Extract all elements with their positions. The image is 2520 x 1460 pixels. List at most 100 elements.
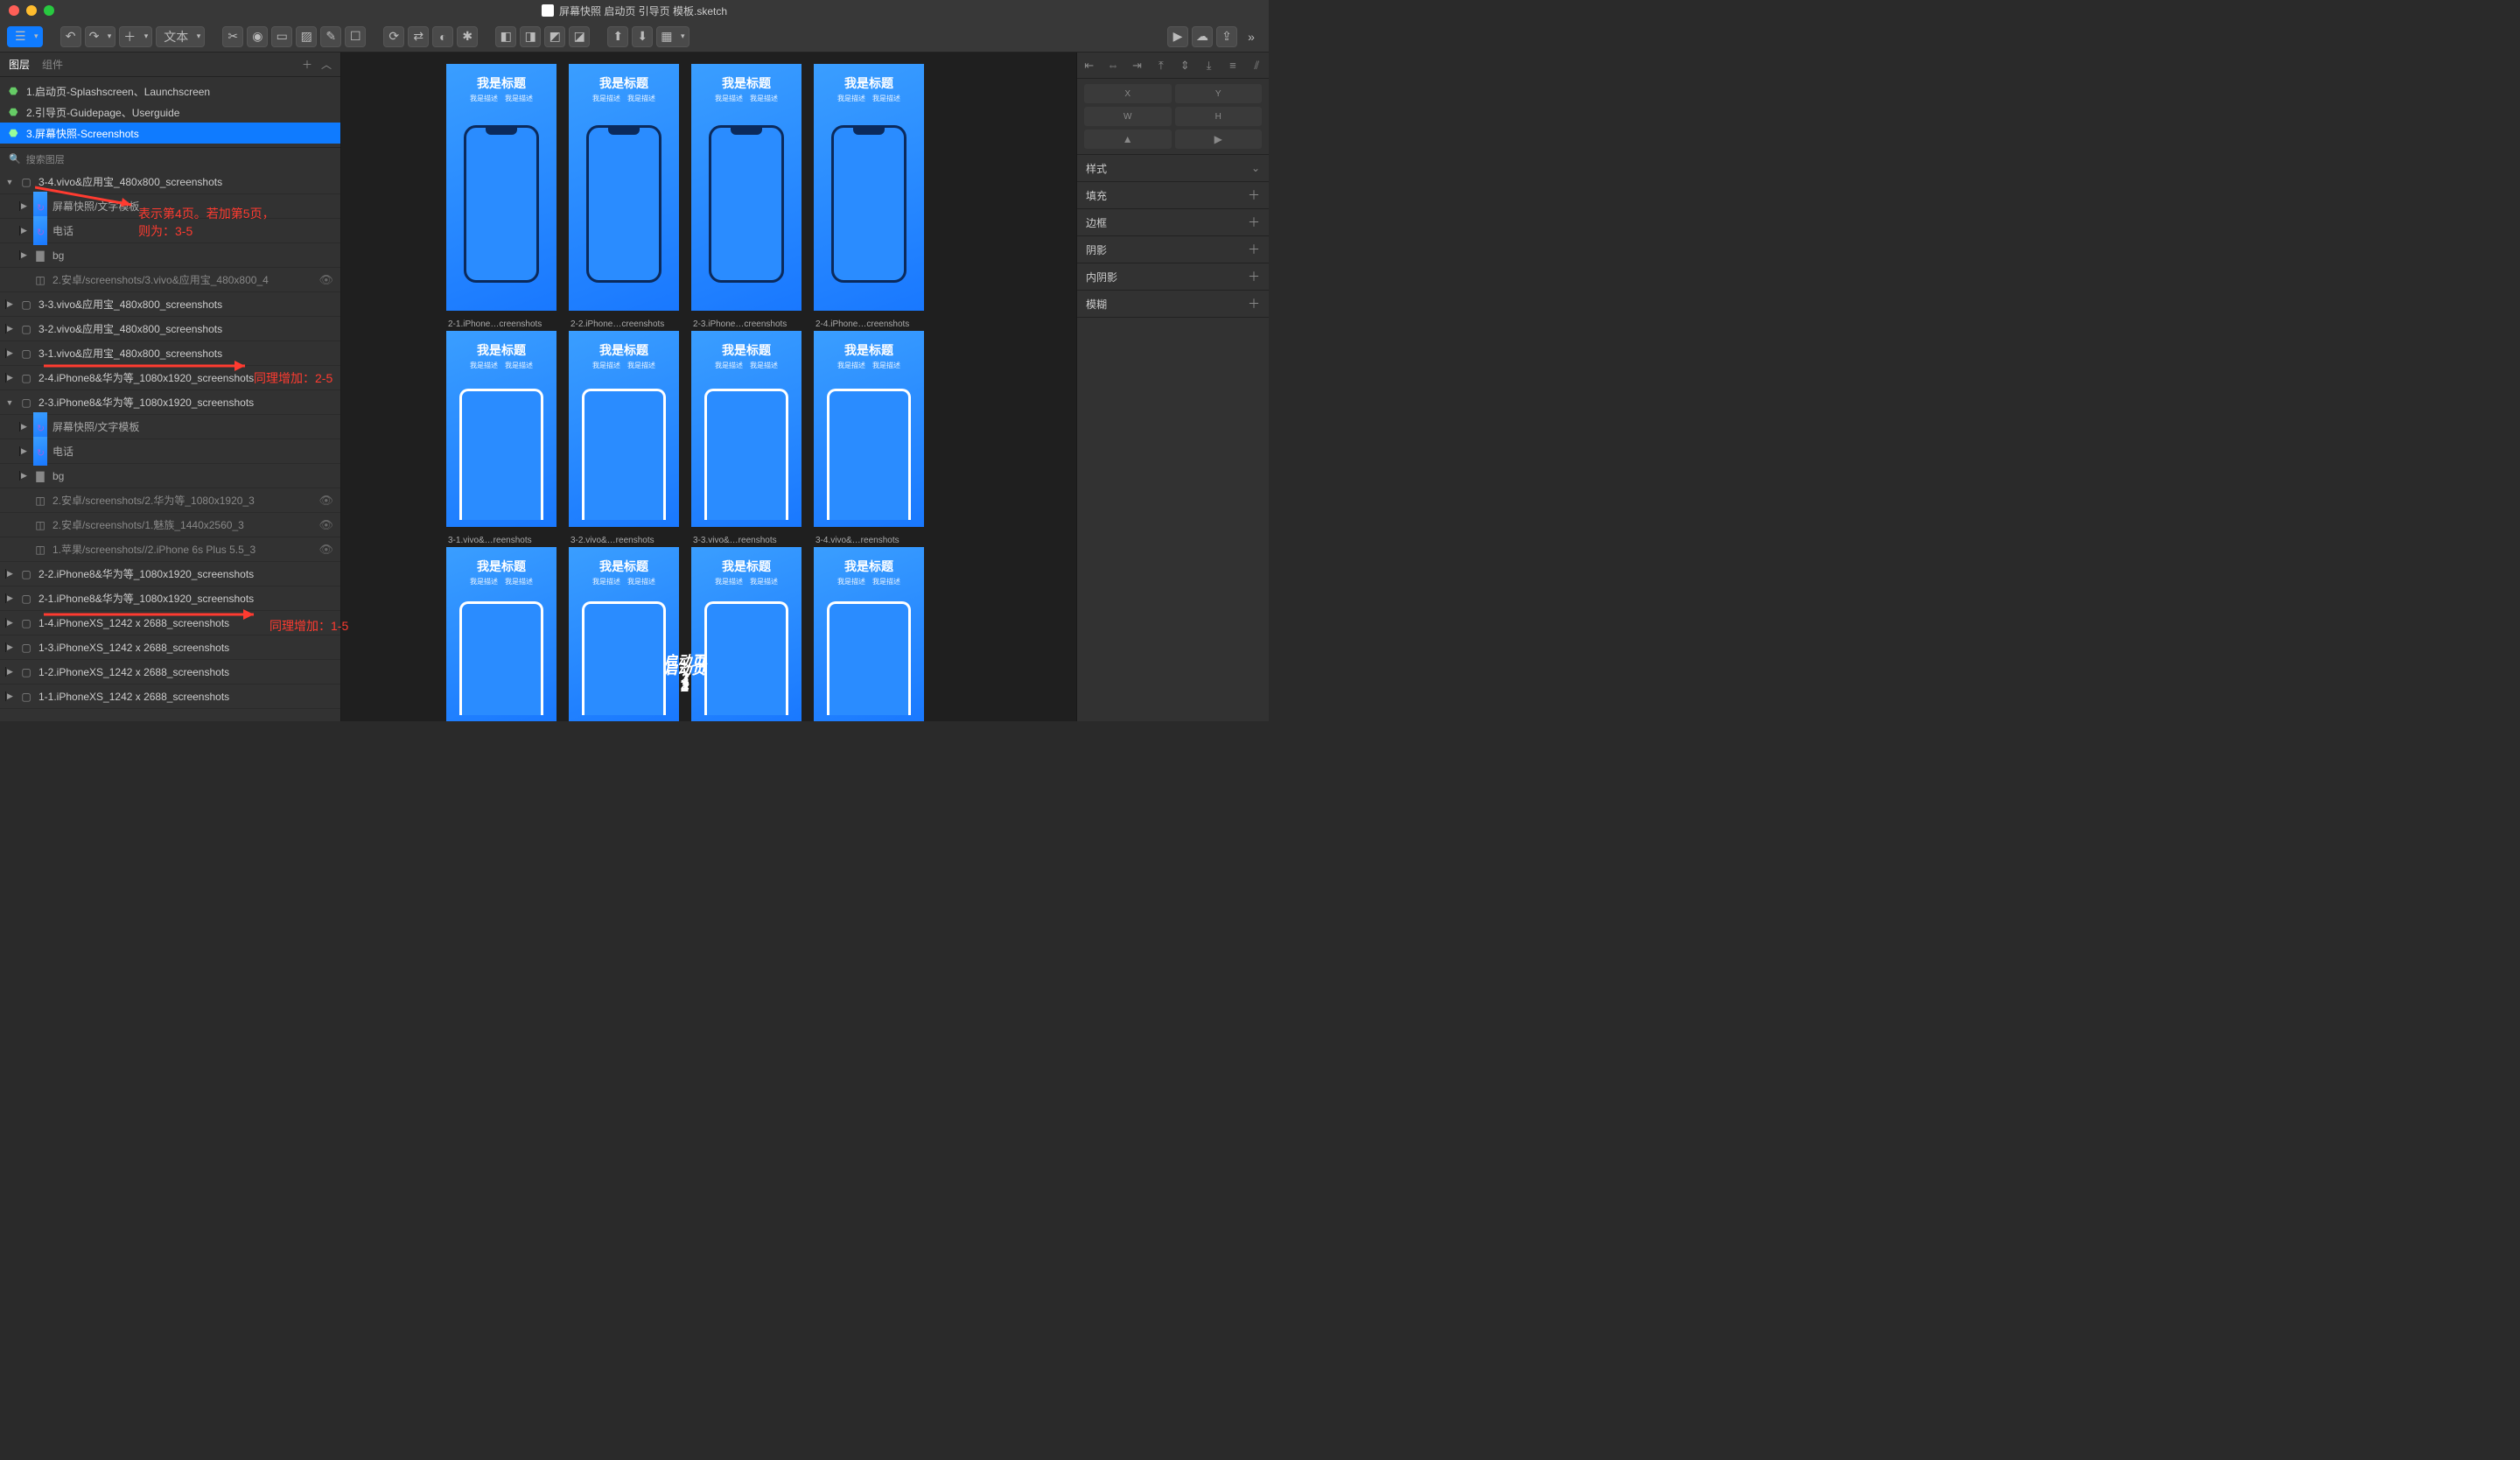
flip-h-icon[interactable]: ▲ [1084, 130, 1172, 149]
scissors-button[interactable]: ✂ [222, 26, 243, 47]
artboard[interactable]: 我是标题我是描述我是描述启动页2 [569, 53, 679, 311]
chevron-icon[interactable] [19, 446, 28, 456]
rect-button[interactable]: ▭ [271, 26, 292, 47]
layer-item[interactable]: ▇bg [0, 464, 340, 488]
w-field[interactable]: W [1084, 107, 1172, 126]
play-button[interactable]: ▶ [1167, 26, 1188, 47]
layer-item[interactable]: ↻电话 [0, 219, 340, 243]
chevron-icon[interactable] [5, 398, 14, 407]
boolean-intersect-button[interactable]: ◩ [544, 26, 565, 47]
section-style[interactable]: 样式⌄ [1077, 155, 1269, 181]
layer-item[interactable]: ▢3-1.vivo&应用宝_480x800_screenshots [0, 341, 340, 366]
layer-item[interactable]: ▢3-4.vivo&应用宝_480x800_screenshots [0, 170, 340, 194]
artboard[interactable]: 3-3.vivo&…reenshots我是标题我是描述我是描述启动页3 [691, 536, 802, 721]
layer-item[interactable]: ▢1-3.iPhoneXS_1242 x 2688_screenshots [0, 635, 340, 660]
boolean-subtract-button[interactable]: ◨ [520, 26, 541, 47]
chevron-icon[interactable] [19, 250, 28, 260]
layer-item[interactable]: ▢1-1.iPhoneXS_1242 x 2688_screenshots [0, 684, 340, 709]
boolean-difference-button[interactable]: ◪ [569, 26, 590, 47]
align-top-icon[interactable]: ⤒ [1153, 59, 1169, 73]
boolean-union-button[interactable]: ◧ [495, 26, 516, 47]
artboard[interactable]: 3-2.vivo&…reenshots我是标题我是描述我是描述启动页2 [569, 536, 679, 721]
artboard[interactable]: 2-3.iPhone…creenshots我是标题我是描述我是描述启动页3 [691, 319, 802, 527]
align-left-icon[interactable]: ⇤ [1082, 59, 1097, 73]
section-fill[interactable]: 填充＋ [1077, 182, 1269, 208]
visibility-icon[interactable]: 👁 [318, 273, 333, 287]
visibility-icon[interactable]: 👁 [318, 494, 333, 508]
maximize-icon[interactable] [44, 5, 54, 16]
add-page-button[interactable]: ＋ [302, 57, 312, 72]
chevron-icon[interactable] [5, 618, 14, 628]
page-item[interactable]: ⬣3.屏幕快照-Screenshots [0, 123, 340, 144]
backward-button[interactable]: ⬇ [632, 26, 653, 47]
align-bottom-icon[interactable]: ⤓ [1201, 59, 1217, 73]
chevron-icon[interactable] [5, 593, 14, 603]
section-shadow[interactable]: 阴影＋ [1077, 236, 1269, 263]
chevron-icon[interactable] [5, 324, 14, 333]
layer-item[interactable]: ▢3-2.vivo&应用宝_480x800_screenshots [0, 317, 340, 341]
visibility-icon[interactable]: 👁 [318, 518, 333, 532]
mask-button[interactable]: ◐ [432, 26, 453, 47]
redo-button[interactable]: ↷ [85, 26, 116, 47]
rotate-button[interactable]: ⟳ [383, 26, 404, 47]
undo-button[interactable]: ↶ [60, 26, 81, 47]
layer-item[interactable]: ◫2.安卓/screenshots/1.魅族_1440x2560_3👁 [0, 513, 340, 537]
view-button[interactable]: ▦ [656, 26, 689, 47]
layer-item[interactable]: ◫2.安卓/screenshots/3.vivo&应用宝_480x800_4👁 [0, 268, 340, 292]
flip-button[interactable]: ⇄ [408, 26, 429, 47]
close-icon[interactable] [9, 5, 19, 16]
cloud-button[interactable]: ☁ [1192, 26, 1213, 47]
align-right-icon[interactable]: ⇥ [1129, 59, 1144, 73]
minimize-icon[interactable] [26, 5, 37, 16]
x-field[interactable]: X [1084, 84, 1172, 103]
layer-item[interactable]: ◫2.安卓/screenshots/2.华为等_1080x1920_3👁 [0, 488, 340, 513]
layer-item[interactable]: ▢2-2.iPhone8&华为等_1080x1920_screenshots [0, 562, 340, 586]
artboard[interactable]: 我是标题我是描述我是描述启动页3 [814, 53, 924, 311]
forward-button[interactable]: ⬆ [607, 26, 628, 47]
visibility-icon[interactable]: 👁 [318, 543, 333, 557]
chevron-icon[interactable] [5, 348, 14, 358]
insert-button[interactable]: ＋ [119, 26, 152, 47]
text-tool-button[interactable]: 文本 [156, 26, 205, 47]
layer-item[interactable]: ▢1-4.iPhoneXS_1242 x 2688_screenshots [0, 611, 340, 635]
chevron-icon[interactable] [19, 201, 28, 211]
transform-button[interactable]: ☐ [345, 26, 366, 47]
union-button[interactable]: ◉ [247, 26, 268, 47]
more-button[interactable]: » [1241, 26, 1262, 47]
chevron-icon[interactable] [5, 667, 14, 677]
chevron-icon[interactable] [19, 471, 28, 481]
layer-item[interactable]: ▢1-2.iPhoneXS_1242 x 2688_screenshots [0, 660, 340, 684]
distribute-h-icon[interactable]: ≡ [1225, 59, 1241, 72]
y-field[interactable]: Y [1175, 84, 1263, 103]
layer-item[interactable]: ◫1.苹果/screenshots//2.iPhone 6s Plus 5.5_… [0, 537, 340, 562]
layer-item[interactable]: ▢2-3.iPhone8&华为等_1080x1920_screenshots [0, 390, 340, 415]
chevron-icon[interactable] [19, 226, 28, 235]
page-item[interactable]: ⬣1.启动页-Splashscreen、Launchscreen [0, 81, 340, 102]
chevron-icon[interactable] [5, 178, 14, 186]
section-inner-shadow[interactable]: 内阴影＋ [1077, 263, 1269, 290]
image-button[interactable]: ▨ [296, 26, 317, 47]
layer-item[interactable]: ↻屏幕快照/文字模板 [0, 415, 340, 439]
tab-layers[interactable]: 图层 [9, 57, 30, 72]
layer-item[interactable]: ▢2-1.iPhone8&华为等_1080x1920_screenshots [0, 586, 340, 611]
artboard[interactable]: 我是标题我是描述我是描述启动页1 [446, 53, 556, 311]
artboard[interactable]: 3-1.vivo&…reenshots我是标题我是描述我是描述启动页1 [446, 536, 556, 721]
artboard[interactable]: 我是标题我是描述我是描述启动页3 [691, 53, 802, 311]
artboard[interactable]: 3-4.vivo&…reenshots我是标题我是描述我是描述启动页4 [814, 536, 924, 721]
flip-v-icon[interactable]: ▶ [1175, 130, 1263, 149]
artboard[interactable]: 2-2.iPhone…creenshots我是标题我是描述我是描述启动页2 [569, 319, 679, 527]
collapse-pages-button[interactable]: ︿ [321, 57, 332, 72]
chevron-icon[interactable] [5, 299, 14, 309]
align-center-v-icon[interactable]: ⇕ [1177, 59, 1193, 73]
chevron-icon[interactable] [5, 569, 14, 579]
layer-item[interactable]: ▢2-4.iPhone8&华为等_1080x1920_screenshots [0, 366, 340, 390]
page-item[interactable]: ⬣2.引导页-Guidepage、Userguide [0, 102, 340, 123]
share-button[interactable]: ⇪ [1216, 26, 1237, 47]
layer-item[interactable]: ▇bg [0, 243, 340, 268]
layer-item[interactable]: ▢3-3.vivo&应用宝_480x800_screenshots [0, 292, 340, 317]
section-blur[interactable]: 模糊＋ [1077, 291, 1269, 317]
h-field[interactable]: H [1175, 107, 1263, 126]
layer-item[interactable]: ↻电话 [0, 439, 340, 464]
pages-button[interactable]: ☰ [7, 26, 43, 47]
chevron-icon[interactable] [5, 373, 14, 383]
